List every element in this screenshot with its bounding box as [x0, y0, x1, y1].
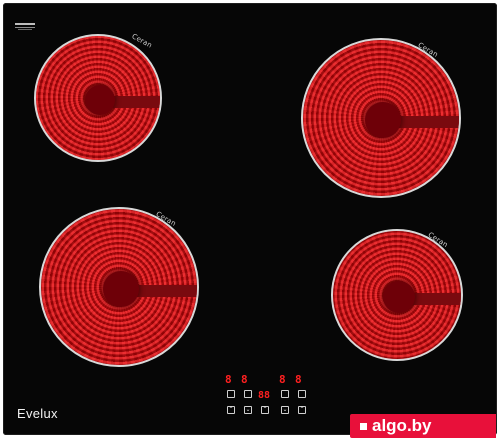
- burner-front-left: [34, 34, 162, 162]
- plus-icon[interactable]: ⌃: [261, 406, 269, 414]
- display-digit: 8: [225, 373, 232, 386]
- plus-icon[interactable]: ⌃: [298, 406, 306, 414]
- zone-key[interactable]: [281, 390, 289, 398]
- burner-rear-left: [39, 207, 199, 367]
- display-digit: 8: [279, 373, 286, 386]
- zone-key[interactable]: [244, 390, 252, 398]
- burner-rear-right: [301, 38, 461, 198]
- top-logo-icon: [15, 17, 35, 30]
- watermark-text: algo.by: [372, 416, 432, 435]
- display-digit: 8: [295, 373, 302, 386]
- watermark-badge: algo.by: [350, 414, 496, 438]
- burner-front-right: [331, 229, 463, 361]
- zone-key[interactable]: [298, 390, 306, 398]
- display-digit: 8: [241, 373, 248, 386]
- minus-icon[interactable]: ⌄: [281, 406, 289, 414]
- center-display: 88: [258, 390, 271, 401]
- zone-key[interactable]: [227, 390, 235, 398]
- watermark-square-icon: [360, 423, 367, 431]
- brand-logo: Evelux: [17, 406, 58, 421]
- cooktop-glass: Ceran Ceran Ceran Ceran 8 8 8 8 88 ⌃ ⌄ ⌃…: [3, 3, 497, 435]
- minus-icon[interactable]: ⌄: [244, 406, 252, 414]
- plus-icon[interactable]: ⌃: [227, 406, 235, 414]
